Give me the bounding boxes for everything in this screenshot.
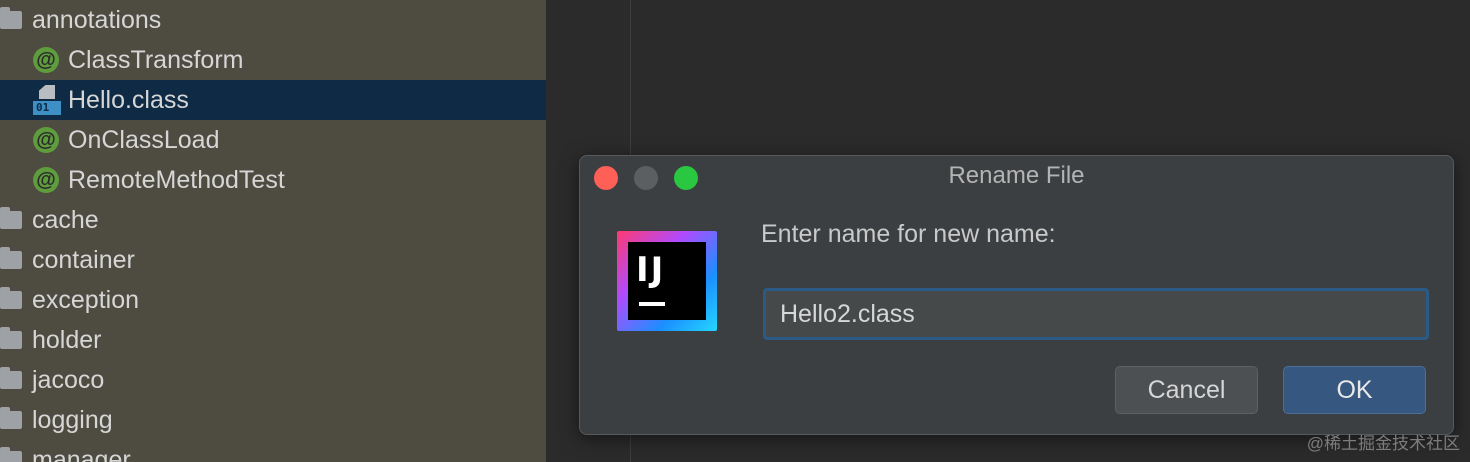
tree-item-label: ClassTransform <box>68 45 244 74</box>
annotation-icon: @ <box>33 127 59 153</box>
tree-item-label: cache <box>32 205 99 234</box>
tree-item-label: RemoteMethodTest <box>68 165 285 194</box>
tree-item-label: container <box>32 245 135 274</box>
tree-item-label: holder <box>32 325 102 354</box>
tree-item-label: Hello.class <box>68 85 189 114</box>
new-name-input[interactable] <box>763 288 1429 340</box>
tree-item-label: annotations <box>32 5 162 34</box>
folder-icon <box>0 367 22 389</box>
rename-prompt-label: Enter name for new name: <box>761 220 1056 248</box>
tree-item-label: exception <box>32 285 140 314</box>
project-tree: annotations @ ClassTransform 01 Hello.cl… <box>0 0 546 462</box>
cancel-button[interactable]: Cancel <box>1115 366 1258 414</box>
tree-item-label: manager <box>32 445 131 462</box>
folder-icon <box>0 327 22 349</box>
tree-item-onclassload[interactable]: @ OnClassLoad <box>0 120 546 160</box>
folder-icon <box>0 207 22 229</box>
tree-item-label: logging <box>32 405 113 434</box>
tree-folder-cache[interactable]: cache <box>0 200 546 240</box>
tree-item-remotemethodtest[interactable]: @ RemoteMethodTest <box>0 160 546 200</box>
annotation-icon: @ <box>33 47 59 73</box>
tree-item-classtransform[interactable]: @ ClassTransform <box>0 40 546 80</box>
tree-folder-manager[interactable]: manager <box>0 440 546 462</box>
tree-item-hello-class[interactable]: 01 Hello.class <box>0 80 546 120</box>
folder-icon <box>0 247 22 269</box>
folder-icon <box>0 447 22 462</box>
annotation-icon: @ <box>33 167 59 193</box>
tree-folder-logging[interactable]: logging <box>0 400 546 440</box>
folder-icon <box>0 7 22 29</box>
tree-folder-jacoco[interactable]: jacoco <box>0 360 546 400</box>
class-file-icon: 01 <box>33 85 61 115</box>
ok-button[interactable]: OK <box>1283 366 1426 414</box>
watermark-text: @稀土掘金技术社区 <box>1306 434 1460 453</box>
folder-icon <box>0 287 22 309</box>
tree-folder-holder[interactable]: holder <box>0 320 546 360</box>
rename-file-dialog: Rename File IJ Enter name for new name: … <box>579 155 1454 435</box>
intellij-logo-icon: IJ <box>617 231 717 331</box>
tree-folder-container[interactable]: container <box>0 240 546 280</box>
folder-icon <box>0 407 22 429</box>
tree-folder-exception[interactable]: exception <box>0 280 546 320</box>
dialog-title: Rename File <box>948 162 1085 189</box>
tree-folder-annotations[interactable]: annotations <box>0 0 546 40</box>
tree-item-label: OnClassLoad <box>68 125 220 154</box>
tree-item-label: jacoco <box>32 365 105 394</box>
